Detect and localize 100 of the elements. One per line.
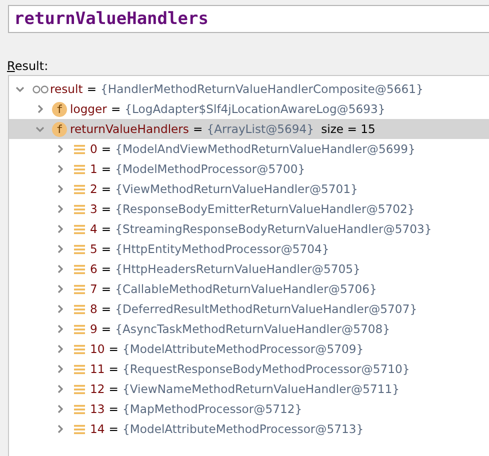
list-element-icon	[74, 424, 85, 434]
list-element-icon	[74, 164, 85, 174]
variable-name: 4	[90, 222, 98, 236]
variable-name: 6	[90, 262, 98, 276]
variable-value: {AsyncTaskMethodReturnValueHandler@5708}	[115, 322, 390, 336]
equals-sign: =	[101, 282, 112, 296]
equals-sign: =	[108, 342, 118, 356]
variable-value: {DeferredResultMethodReturnValueHandler@5707}	[115, 302, 418, 316]
equals-sign: =	[101, 222, 112, 236]
tree-row[interactable]: 3 = {ResponseBodyEmitterReturnValueHandler@5702}	[9, 199, 489, 219]
variable-value: {HttpHeadersReturnValueHandler@5705}	[115, 262, 360, 276]
variable-value: {ViewMethodReturnValueHandler@5701}	[115, 182, 358, 196]
tree-row[interactable]: f logger = {LogAdapter$Slf4jLocationAwareLog@5693}	[9, 99, 489, 119]
variable-value: {ArrayList@5694}	[206, 122, 314, 136]
variable-value: {HandlerMethodReturnValueHandlerComposite@5661}	[100, 82, 424, 96]
equals-sign: =	[101, 322, 112, 336]
list-element-icon	[74, 284, 85, 294]
list-element-icon	[74, 184, 85, 194]
chevron-down-icon[interactable]	[35, 124, 45, 134]
chevron-right-icon[interactable]	[55, 184, 65, 194]
size-text: size = 15	[321, 122, 376, 136]
equals-sign: =	[192, 122, 203, 136]
tree-row[interactable]: 5 = {HttpEntityMethodProcessor@5704}	[9, 239, 489, 259]
variable-name: 11	[90, 362, 105, 376]
tree-row[interactable]: 4 = {StreamingResponseBodyReturnValueHandler@5703}	[9, 219, 489, 239]
list-element-icon	[74, 404, 85, 414]
chevron-right-icon[interactable]	[55, 404, 65, 414]
variable-name: 8	[90, 302, 98, 316]
equals-sign: =	[101, 142, 112, 156]
variable-value: {LogAdapter$Slf4jLocationAwareLog@5693}	[124, 102, 386, 116]
tree-row[interactable]: 10 = {ModelAttributeMethodProcessor@5709}	[9, 339, 489, 359]
result-label: Result:	[7, 59, 50, 74]
list-element-icon	[74, 144, 85, 154]
variable-value: {HttpEntityMethodProcessor@5704}	[115, 242, 330, 256]
equals-sign: =	[101, 302, 112, 316]
variable-name: 1	[90, 162, 98, 176]
field-icon: f	[52, 122, 67, 136]
chevron-right-icon[interactable]	[55, 344, 65, 354]
tree-row[interactable]: 2 = {ViewMethodReturnValueHandler@5701}	[9, 179, 489, 199]
variable-value: {ModelAndViewMethodReturnValueHandler@5699}	[115, 142, 416, 156]
variable-name: 0	[90, 142, 98, 156]
chevron-right-icon[interactable]	[55, 324, 65, 334]
list-element-icon	[74, 224, 85, 234]
variable-name: 9	[90, 322, 98, 336]
equals-sign: =	[108, 402, 118, 416]
equals-sign: =	[101, 242, 112, 256]
expression-field[interactable]: returnValueHandlers	[8, 5, 489, 33]
tree-row[interactable]: f returnValueHandlers = {ArrayList@5694} size = 15	[9, 119, 489, 139]
chevron-right-icon[interactable]	[55, 244, 65, 254]
variable-name: logger	[70, 102, 107, 116]
variable-name: result	[50, 82, 83, 96]
tree-row[interactable]: 9 = {AsyncTaskMethodReturnValueHandler@5708}	[9, 319, 489, 339]
variable-value: {ResponseBodyEmitterReturnValueHandler@5702}	[115, 202, 415, 216]
chevron-right-icon[interactable]	[55, 384, 65, 394]
tree-row[interactable]: 14 = {ModelAttributeMethodProcessor@5713}	[9, 419, 489, 439]
tree-row[interactable]: 6 = {HttpHeadersReturnValueHandler@5705}	[9, 259, 489, 279]
chevron-right-icon[interactable]	[55, 304, 65, 314]
equals-sign: =	[101, 262, 112, 276]
variable-name: 7	[90, 282, 98, 296]
variable-name: 10	[90, 342, 105, 356]
chevron-down-icon[interactable]	[15, 84, 25, 94]
list-element-icon	[74, 244, 85, 254]
variable-name: 14	[90, 422, 105, 436]
equals-sign: =	[101, 162, 112, 176]
list-element-icon	[74, 364, 85, 374]
tree-row[interactable]: 13 = {MapMethodProcessor@5712}	[9, 399, 489, 419]
chevron-right-icon[interactable]	[55, 264, 65, 274]
chevron-right-icon[interactable]	[55, 204, 65, 214]
list-element-icon	[74, 264, 85, 274]
variable-name: returnValueHandlers	[70, 122, 189, 136]
tree-row[interactable]: result = {HandlerMethodReturnValueHandlerComposite@5661}	[9, 79, 489, 99]
chevron-right-icon[interactable]	[55, 224, 65, 234]
glasses-icon	[32, 84, 50, 94]
chevron-right-icon[interactable]	[55, 284, 65, 294]
chevron-right-icon[interactable]	[55, 364, 65, 374]
equals-sign: =	[101, 202, 112, 216]
equals-sign: =	[110, 102, 121, 116]
tree-row[interactable]: 12 = {ViewNameMethodReturnValueHandler@5711}	[9, 379, 489, 399]
tree-row[interactable]: 7 = {CallableMethodReturnValueHandler@5706}	[9, 279, 489, 299]
list-element-icon	[74, 304, 85, 314]
tree-row[interactable]: 1 = {ModelMethodProcessor@5700}	[9, 159, 489, 179]
list-element-icon	[74, 324, 85, 334]
equals-sign: =	[108, 422, 118, 436]
chevron-right-icon[interactable]	[55, 164, 65, 174]
variable-name: 13	[90, 402, 105, 416]
tree-row[interactable]: 8 = {DeferredResultMethodReturnValueHandler@5707}	[9, 299, 489, 319]
list-element-icon	[74, 204, 85, 214]
variable-value: {ModelMethodProcessor@5700}	[115, 162, 306, 176]
variable-name: 5	[90, 242, 98, 256]
tree-row[interactable]: 0 = {ModelAndViewMethodReturnValueHandler@5699}	[9, 139, 489, 159]
variable-value: {ModelAttributeMethodProcessor@5713}	[122, 422, 364, 436]
variable-name: 12	[90, 382, 105, 396]
tree-row[interactable]: 11 = {RequestResponseBodyMethodProcessor@5710}	[9, 359, 489, 379]
equals-sign: =	[101, 182, 112, 196]
equals-sign: =	[108, 362, 118, 376]
equals-sign: =	[108, 382, 118, 396]
chevron-right-icon[interactable]	[55, 144, 65, 154]
variable-value: {ViewNameMethodReturnValueHandler@5711}	[122, 382, 400, 396]
chevron-right-icon[interactable]	[55, 424, 65, 434]
chevron-right-icon[interactable]	[35, 104, 45, 114]
